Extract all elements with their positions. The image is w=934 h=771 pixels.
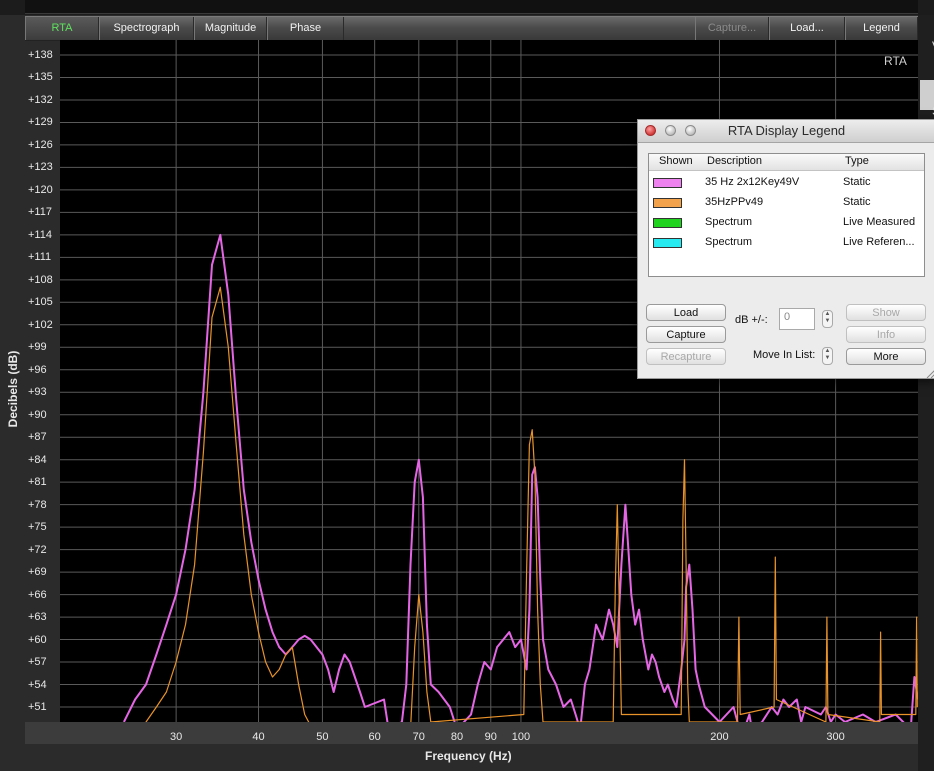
y-tick-label: +54 bbox=[28, 678, 47, 691]
y-tick-label: +69 bbox=[28, 566, 47, 579]
y-tick-label: +102 bbox=[28, 318, 53, 331]
y-tick-label: +75 bbox=[28, 521, 47, 534]
legend-button[interactable]: Legend bbox=[845, 17, 918, 40]
y-tick-label: +114 bbox=[28, 228, 52, 241]
y-tick-label: +72 bbox=[28, 543, 47, 556]
color-swatch[interactable] bbox=[653, 238, 682, 248]
x-tick-label: 200 bbox=[710, 731, 729, 743]
db-offset-stepper[interactable]: ▲ ▼ bbox=[822, 310, 833, 328]
y-tick-label: +108 bbox=[28, 273, 53, 286]
capture-button[interactable]: Capture... bbox=[695, 17, 769, 40]
y-tick-label: +93 bbox=[28, 386, 47, 399]
view-tab-bar: RTA Spectrograph Magnitude Phase Capture… bbox=[25, 16, 918, 41]
y-tick-label: +129 bbox=[28, 116, 53, 129]
y-tick-label: +123 bbox=[28, 161, 53, 174]
x-tick-label: 50 bbox=[316, 731, 329, 743]
y-tick-label: +96 bbox=[28, 363, 47, 376]
y-tick-label: +78 bbox=[28, 498, 47, 511]
tab-phase[interactable]: Phase bbox=[267, 17, 344, 40]
top-strip bbox=[0, 0, 934, 15]
x-tick-label: 70 bbox=[412, 731, 425, 743]
legend-window-title: RTA Display Legend bbox=[727, 123, 846, 138]
row-description: 35 Hz 2x12Key49V bbox=[705, 176, 800, 188]
y-tick-label: +111 bbox=[28, 251, 52, 264]
column-shown[interactable]: Shown bbox=[659, 155, 693, 167]
legend-row[interactable]: Spectrum Live Measured bbox=[649, 213, 924, 233]
x-tick-label: 60 bbox=[368, 731, 381, 743]
info-button[interactable]: Info bbox=[846, 326, 926, 343]
column-description[interactable]: Description bbox=[707, 155, 762, 167]
legend-list[interactable]: Shown Description Type 35 Hz 2x12Key49V … bbox=[648, 153, 925, 277]
legend-row[interactable]: 35 Hz 2x12Key49V Static bbox=[649, 173, 924, 193]
show-button[interactable]: Show bbox=[846, 304, 926, 321]
y-tick-label: +60 bbox=[28, 633, 47, 646]
legend-capture-button[interactable]: Capture bbox=[646, 326, 726, 343]
y-tick-label: +105 bbox=[28, 296, 53, 309]
zoom-window-icon[interactable] bbox=[685, 125, 696, 136]
row-description: Spectrum bbox=[705, 236, 753, 248]
db-offset-field[interactable]: 0 bbox=[779, 308, 815, 330]
resize-grip-icon[interactable] bbox=[925, 368, 934, 378]
row-type: Live Measured bbox=[843, 216, 916, 228]
y-tick-label: +63 bbox=[28, 611, 47, 624]
tab-magnitude[interactable]: Magnitude bbox=[194, 17, 267, 40]
row-type: Static bbox=[843, 196, 871, 208]
y-tick-label: +126 bbox=[28, 138, 53, 151]
minimize-window-icon[interactable] bbox=[665, 125, 676, 136]
x-tick-label: 300 bbox=[826, 731, 845, 743]
legend-list-header: Shown Description Type bbox=[649, 154, 924, 171]
load-button[interactable]: Load... bbox=[769, 17, 845, 40]
y-axis-label: Decibels (dB) bbox=[6, 350, 20, 428]
tab-spectrograph[interactable]: Spectrograph bbox=[99, 17, 194, 40]
color-swatch[interactable] bbox=[653, 218, 682, 228]
column-type[interactable]: Type bbox=[845, 155, 869, 167]
y-tick-label: +81 bbox=[28, 476, 47, 489]
y-tick-label: +117 bbox=[28, 206, 52, 219]
y-tick-label: +87 bbox=[28, 431, 47, 444]
tab-rta[interactable]: RTA bbox=[25, 17, 99, 40]
row-description: 35HzPPv49 bbox=[705, 196, 764, 208]
legend-load-button[interactable]: Load bbox=[646, 304, 726, 321]
y-tick-label: +99 bbox=[28, 341, 47, 354]
db-offset-label: dB +/-: bbox=[735, 314, 768, 326]
y-tick-label: +132 bbox=[28, 93, 53, 106]
y-tick-label: +120 bbox=[28, 183, 53, 196]
y-tick-label: +138 bbox=[28, 48, 53, 61]
more-button[interactable]: More bbox=[846, 348, 926, 365]
y-tick-label: +66 bbox=[28, 588, 47, 601]
color-swatch[interactable] bbox=[653, 198, 682, 208]
y-tick-label: +51 bbox=[28, 701, 47, 713]
close-window-icon[interactable] bbox=[645, 125, 656, 136]
legend-row[interactable]: Spectrum Live Referen... bbox=[649, 233, 924, 253]
y-tick-label: +57 bbox=[28, 656, 47, 669]
row-type: Static bbox=[843, 176, 871, 188]
move-in-list-label: Move In List: bbox=[753, 349, 816, 361]
legend-row[interactable]: 35HzPPv49 Static bbox=[649, 193, 924, 213]
color-swatch[interactable] bbox=[653, 178, 682, 188]
x-tick-label: 100 bbox=[511, 731, 531, 743]
move-in-list-stepper[interactable]: ▲ ▼ bbox=[822, 347, 833, 365]
y-tick-label: +90 bbox=[28, 408, 47, 421]
row-type: Live Referen... bbox=[843, 236, 915, 248]
x-tick-label: 30 bbox=[170, 731, 183, 743]
y-tick-label: +135 bbox=[28, 71, 53, 84]
legend-window: RTA Display Legend Shown Description Typ… bbox=[637, 119, 934, 379]
plot-name: RTA bbox=[884, 54, 907, 68]
recapture-button[interactable]: Recapture bbox=[646, 348, 726, 365]
x-tick-label: 40 bbox=[252, 731, 265, 743]
x-axis-label: Frequency (Hz) bbox=[425, 749, 512, 763]
y-tick-label: +84 bbox=[28, 453, 47, 466]
legend-window-titlebar[interactable]: RTA Display Legend bbox=[638, 120, 934, 143]
row-description: Spectrum bbox=[705, 216, 753, 228]
